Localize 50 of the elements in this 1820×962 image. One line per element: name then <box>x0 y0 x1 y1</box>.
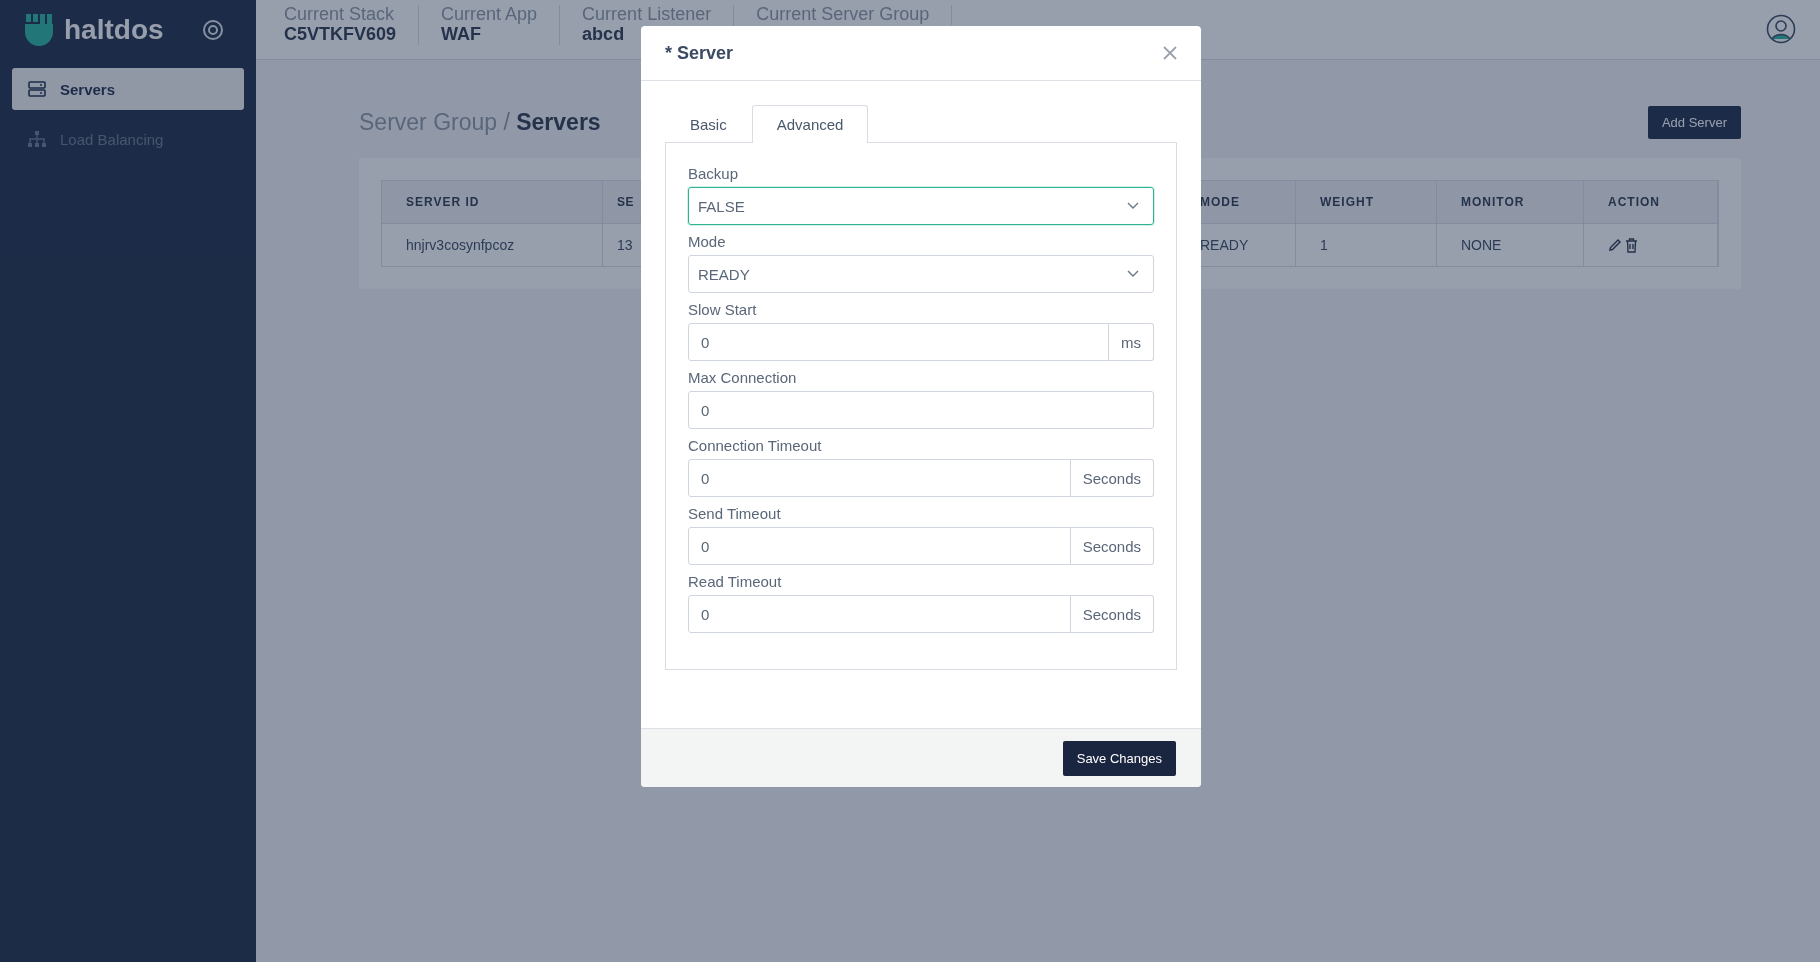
user-avatar-icon[interactable] <box>1766 14 1796 44</box>
brand-name: haltdos <box>64 14 165 46</box>
trash-icon[interactable] <box>1625 237 1638 253</box>
table-cell: 1 <box>1296 224 1437 266</box>
edit-icon[interactable] <box>1608 238 1622 252</box>
input-field[interactable]: 0 <box>688 527 1071 565</box>
logo-icon <box>24 14 54 46</box>
context-label: Current Stack <box>284 5 395 25</box>
unit-addon: ms <box>1109 323 1154 361</box>
sidebar-item[interactable]: Servers <box>12 68 244 110</box>
page-title: Server Group / Servers <box>359 108 601 136</box>
select-field[interactable]: FALSE <box>688 187 1154 225</box>
input-field[interactable]: 0 <box>688 595 1071 633</box>
close-icon[interactable] <box>1163 46 1177 60</box>
server-icon <box>28 81 46 97</box>
dialog-title: * Server <box>665 42 734 64</box>
select-field[interactable]: READY <box>688 255 1154 293</box>
sitemap-icon <box>28 131 46 147</box>
context-value: C5VTKFV609 <box>284 24 397 45</box>
field-label: Mode <box>688 233 727 250</box>
save-changes-button[interactable]: Save Changes <box>1062 740 1176 776</box>
field-label: Max Connection <box>688 369 798 386</box>
column-header: ACTION <box>1584 181 1718 224</box>
unit-addon: Seconds <box>1070 459 1154 497</box>
field-label: Send Timeout <box>688 505 782 522</box>
tab[interactable]: Advanced <box>751 105 869 143</box>
column-header: WEIGHT <box>1296 181 1437 224</box>
context-label: Current App <box>441 5 538 25</box>
field-label: Backup <box>688 165 740 182</box>
column-header: MONITOR <box>1437 181 1584 224</box>
input-field[interactable]: 0 <box>688 459 1071 497</box>
chevron-down-icon <box>1127 202 1139 210</box>
column-header: SERVER ID <box>382 181 603 224</box>
context-label: Current Server Group <box>756 5 930 25</box>
field-label: Connection Timeout <box>688 437 823 454</box>
field-label: Read Timeout <box>688 573 783 590</box>
unit-addon: Seconds <box>1070 527 1154 565</box>
field-label: Slow Start <box>688 301 758 318</box>
tab[interactable]: Basic <box>665 105 752 143</box>
table-cell: NONE <box>1437 224 1584 266</box>
context-value: WAF <box>441 24 482 45</box>
chevron-down-icon <box>1127 270 1139 278</box>
target-icon[interactable] <box>202 19 224 41</box>
input-field[interactable]: 0 <box>688 391 1154 429</box>
table-cell: hnjrv3cosynfpcoz <box>382 224 603 266</box>
unit-addon: Seconds <box>1070 595 1154 633</box>
context-label: Current Listener <box>582 5 712 25</box>
context-value: abcd <box>582 24 625 45</box>
input-field[interactable]: 0 <box>688 323 1109 361</box>
add-server-button[interactable]: Add Server <box>1647 105 1741 139</box>
